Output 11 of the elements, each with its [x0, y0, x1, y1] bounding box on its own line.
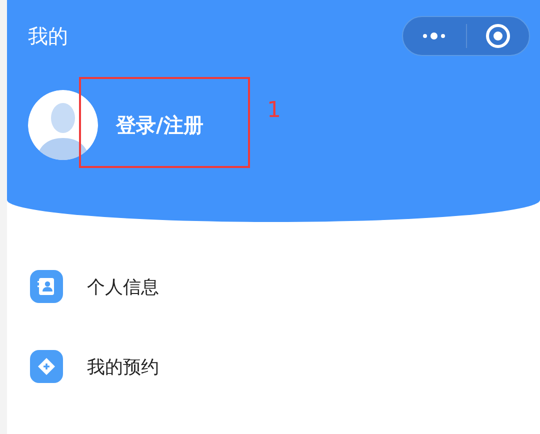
- avatar: [28, 90, 98, 160]
- menu-label: 个人信息: [87, 276, 159, 298]
- diamond-plus-icon: [30, 350, 63, 383]
- target-icon: [484, 23, 511, 49]
- contact-card-icon: [30, 270, 63, 303]
- menu-item[interactable]: 我的预约: [30, 350, 540, 383]
- page-title: 我的: [28, 22, 68, 50]
- more-icon: [422, 32, 446, 40]
- annotation-number: 1: [267, 98, 281, 123]
- menu-item[interactable]: 个人信息: [30, 270, 540, 303]
- menu-label: 我的预约: [87, 356, 159, 378]
